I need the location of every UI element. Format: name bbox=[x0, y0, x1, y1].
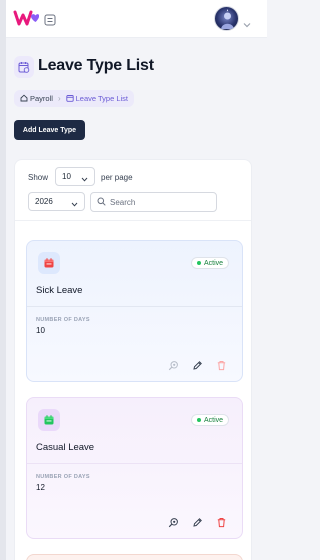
filter-divider bbox=[15, 220, 251, 221]
breadcrumb: Payroll › Leave Type List bbox=[14, 90, 135, 107]
breadcrumb-item-leave-type-list: Leave Type List bbox=[65, 94, 129, 104]
show-label: Show bbox=[28, 173, 49, 182]
per-page-value: 10 bbox=[62, 172, 71, 181]
add-leave-type-button[interactable]: Add Leave Type bbox=[14, 120, 85, 140]
left-edge bbox=[0, 0, 6, 560]
page-title: Leave Type List bbox=[38, 57, 154, 74]
leave-type-panel: Show 10 per page 2026 Search Active Sick… bbox=[14, 159, 252, 560]
view-icon[interactable] bbox=[167, 359, 179, 371]
leave-type-name: Casual Leave bbox=[36, 442, 95, 453]
status-badge: Active bbox=[191, 414, 230, 426]
top-bar bbox=[6, 0, 267, 38]
breadcrumb-item-payroll[interactable]: Payroll bbox=[20, 94, 53, 104]
days-label: NUMBER OF DAYS bbox=[36, 317, 90, 323]
per-page-select[interactable]: 10 bbox=[55, 167, 95, 186]
year-value: 2026 bbox=[35, 197, 53, 206]
days-value: 12 bbox=[36, 483, 45, 492]
home-icon bbox=[20, 94, 28, 104]
chevron-down-icon bbox=[81, 175, 88, 182]
search-box bbox=[90, 192, 217, 212]
edit-icon[interactable] bbox=[191, 359, 203, 371]
leave-type-card-partial bbox=[26, 554, 243, 560]
leave-type-card: Active Casual Leave NUMBER OF DAYS 12 bbox=[26, 397, 243, 539]
status-dot bbox=[197, 261, 201, 265]
calendar-icon bbox=[38, 409, 60, 431]
chevron-down-icon[interactable] bbox=[243, 15, 251, 28]
leave-type-name: Sick Leave bbox=[36, 285, 83, 296]
delete-icon[interactable] bbox=[215, 359, 227, 371]
card-divider bbox=[27, 463, 242, 464]
status-badge: Active bbox=[191, 257, 230, 269]
edit-icon[interactable] bbox=[191, 516, 203, 528]
status-label: Active bbox=[204, 416, 224, 424]
per-page-label: per page bbox=[101, 173, 133, 182]
breadcrumb-label: Leave Type List bbox=[75, 94, 129, 103]
search-icon bbox=[97, 193, 106, 211]
calendar-clock-icon bbox=[14, 56, 34, 78]
card-divider bbox=[27, 306, 242, 307]
days-value: 10 bbox=[36, 326, 45, 335]
year-select[interactable]: 2026 bbox=[28, 192, 85, 211]
view-icon[interactable] bbox=[167, 516, 179, 528]
user-avatar[interactable] bbox=[214, 6, 239, 31]
status-dot bbox=[197, 418, 201, 422]
chevron-down-icon bbox=[71, 200, 78, 207]
list-menu-icon[interactable] bbox=[44, 13, 56, 26]
calendar-icon bbox=[38, 252, 60, 274]
workspace-logo-icon[interactable] bbox=[13, 8, 40, 28]
breadcrumb-separator: › bbox=[57, 94, 61, 103]
search-input[interactable] bbox=[110, 197, 210, 207]
delete-icon[interactable] bbox=[215, 516, 227, 528]
days-label: NUMBER OF DAYS bbox=[36, 474, 90, 480]
leave-type-card: Active Sick Leave NUMBER OF DAYS 10 bbox=[26, 240, 243, 382]
calendar-icon bbox=[65, 94, 74, 104]
breadcrumb-label: Payroll bbox=[30, 94, 53, 103]
status-label: Active bbox=[204, 259, 224, 267]
